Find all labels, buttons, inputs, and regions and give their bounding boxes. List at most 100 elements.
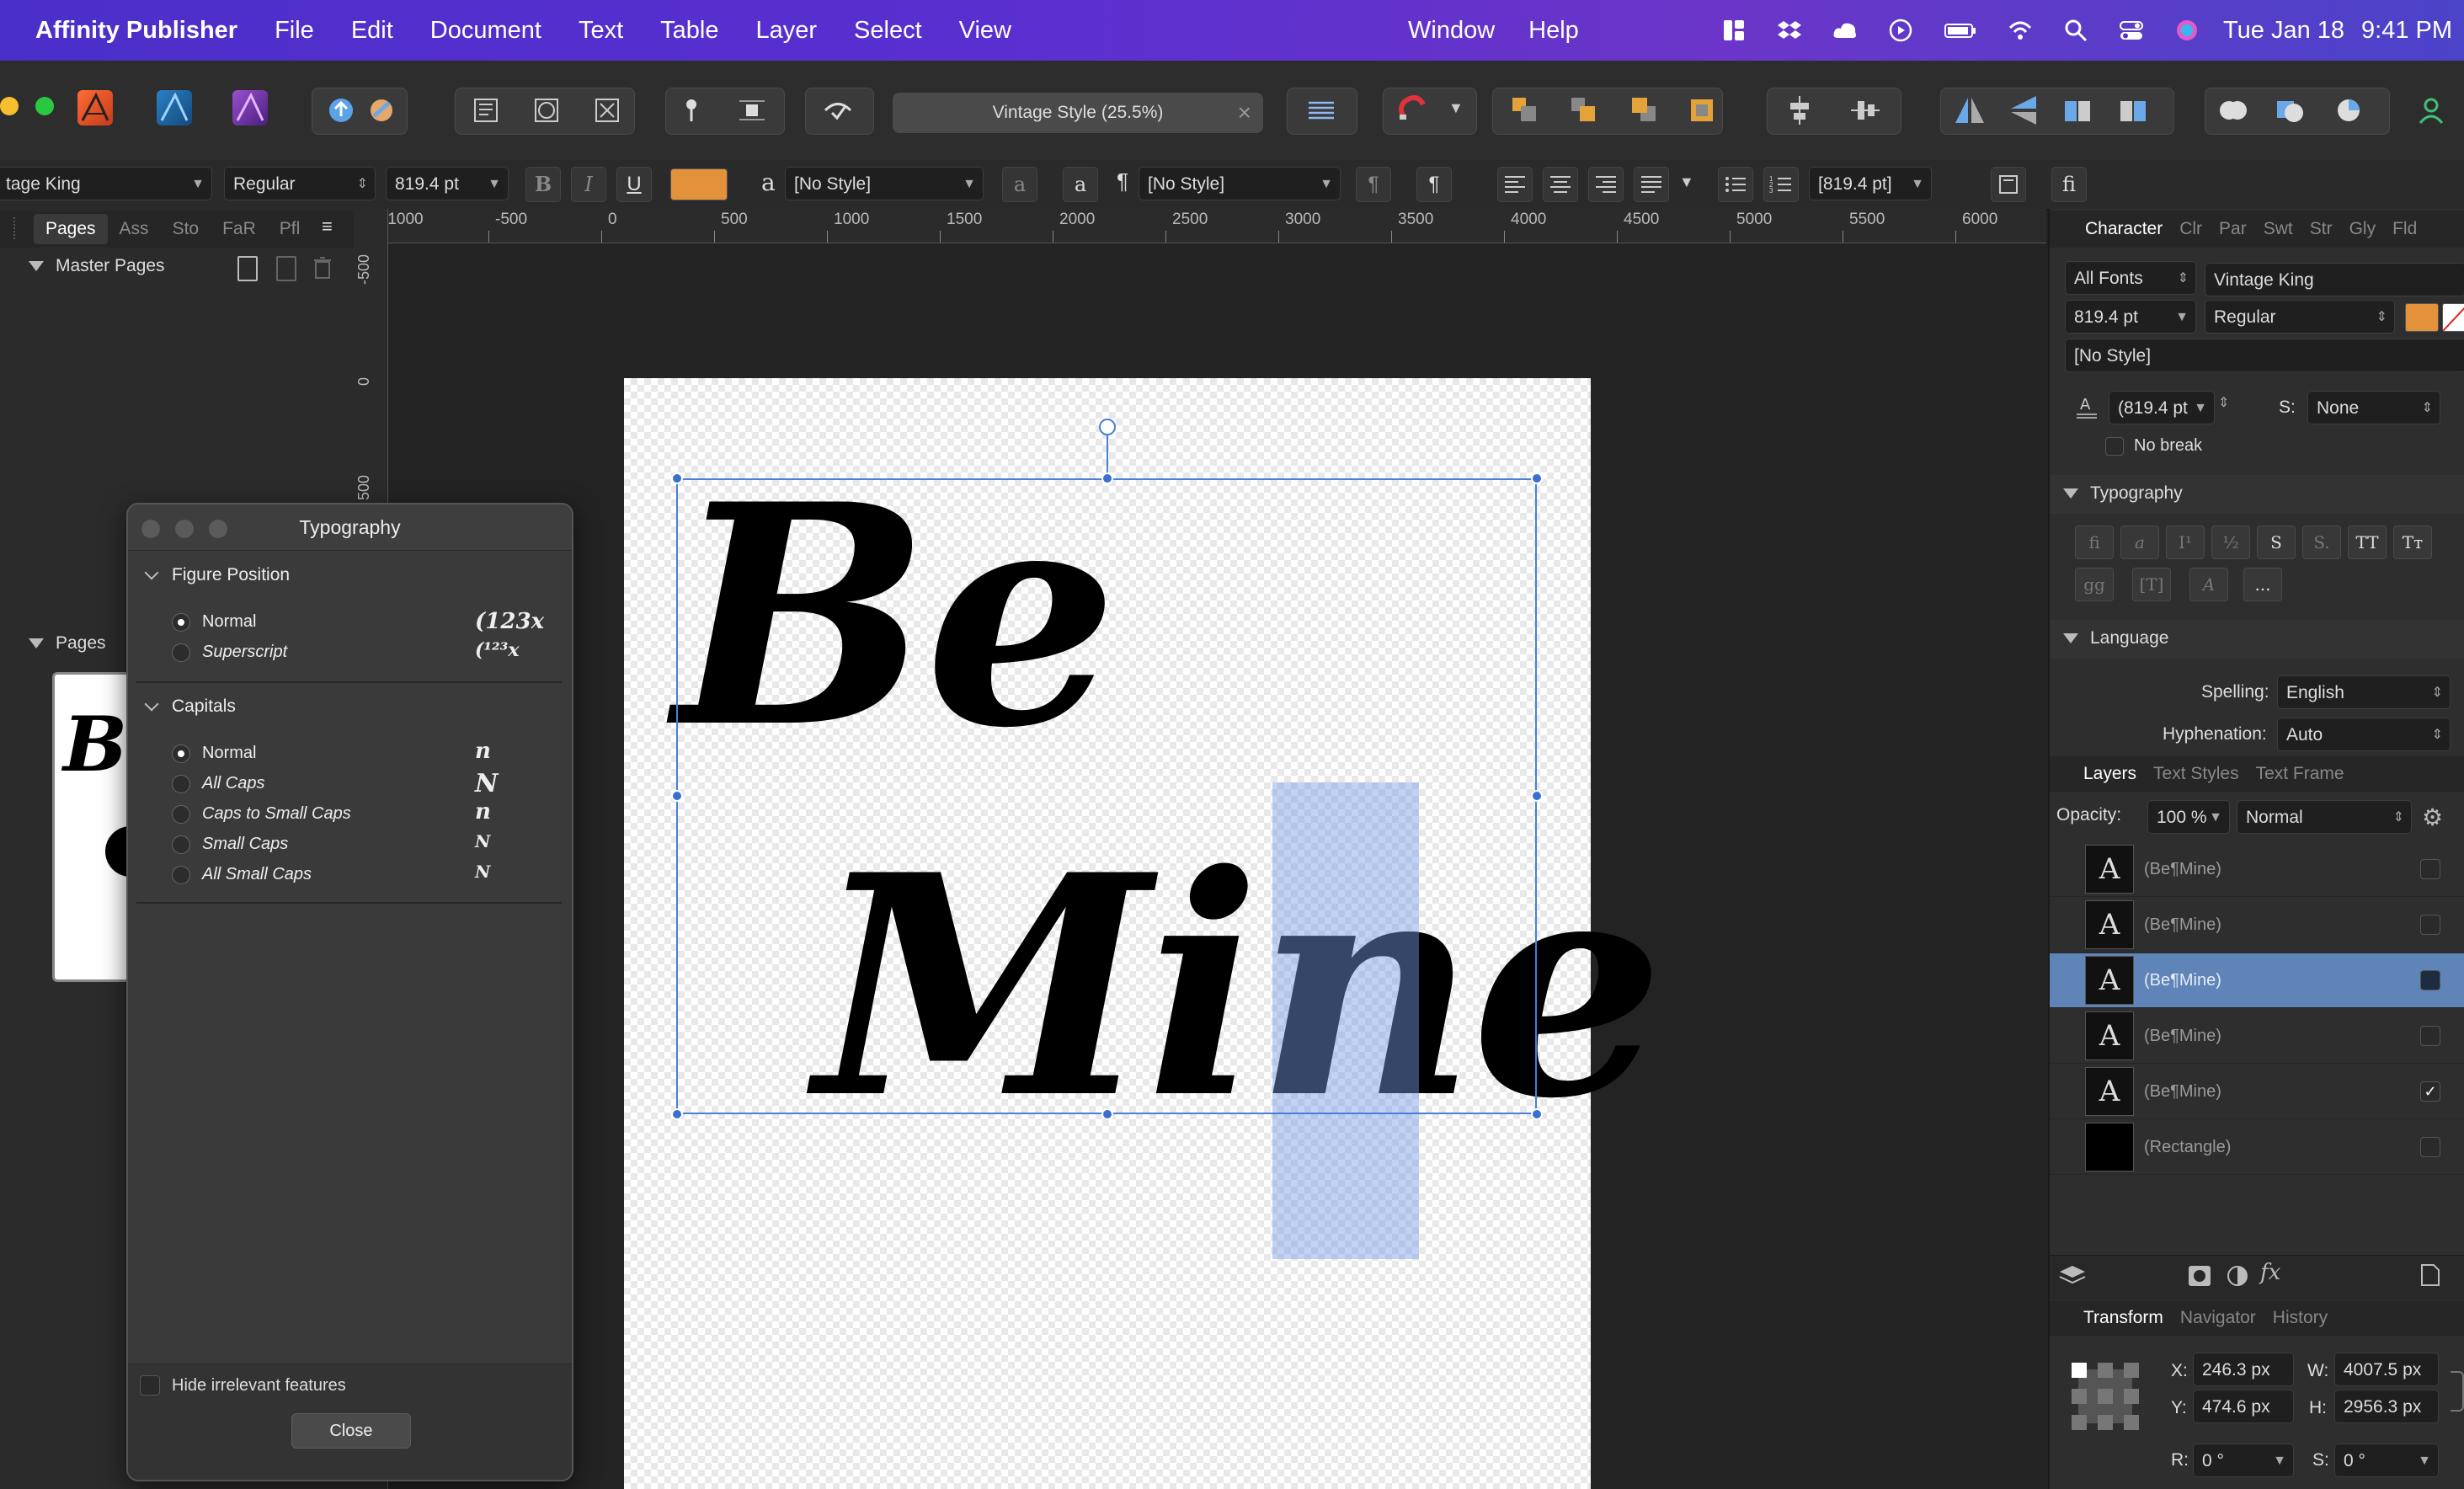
preflight-icon[interactable] [364, 93, 399, 128]
zoom-window-icon[interactable] [209, 520, 227, 538]
leading-stepper-icon[interactable]: ⇕ [2218, 394, 2229, 411]
layer-row[interactable]: A (Be¶Mine) [2050, 898, 2464, 953]
menubar-date[interactable]: Tue Jan 18 [2223, 17, 2344, 45]
move-forward-one-icon[interactable] [1627, 93, 1662, 128]
figure-position-header[interactable]: Figure Position [144, 565, 290, 585]
move-to-front-icon[interactable] [1684, 93, 1720, 128]
caps-option-all-small-caps[interactable]: All Small Caps [172, 865, 312, 884]
font-name-field[interactable]: Vintage King [2205, 263, 2464, 296]
resize-handle-bottom[interactable] [1101, 1108, 1113, 1120]
zoom-window-icon[interactable] [35, 97, 54, 115]
tab-swatches[interactable]: Swt [2255, 219, 2301, 239]
small-caps-button[interactable]: Tт [2393, 526, 2432, 559]
layer-visibility-checkbox[interactable] [2420, 1026, 2440, 1046]
y-field[interactable]: 474.6 px [2193, 1390, 2294, 1423]
tab-assets[interactable]: Ass [108, 219, 161, 239]
justify-icon[interactable] [1634, 167, 1669, 202]
play-icon[interactable] [1888, 18, 1913, 43]
share-icon[interactable] [323, 93, 359, 128]
caps-option-caps-to-small[interactable]: Caps to Small Caps [172, 804, 351, 824]
view-mode-icon[interactable] [820, 93, 856, 128]
leading-field[interactable]: (819.4 pt ▼ [2109, 391, 2215, 424]
baseline-grid-icon[interactable] [1304, 93, 1339, 128]
menu-select[interactable]: Select [835, 17, 941, 45]
alignment-dropdown-icon[interactable]: ▼ [1679, 173, 1694, 191]
snapping-dropdown-icon[interactable]: ▼ [1448, 99, 1464, 117]
clear-para-style-icon[interactable]: ¶ [1356, 167, 1391, 202]
adjustment-icon[interactable] [2227, 1265, 2248, 1287]
rotate-left-icon[interactable] [2060, 93, 2095, 128]
picture-frame-icon[interactable] [589, 93, 625, 128]
font-weight-field[interactable]: Regular ⇕ [224, 167, 376, 200]
duplicate-master-page-icon[interactable] [276, 256, 296, 281]
language-section-header[interactable]: Language [2063, 628, 2168, 648]
tab-glyphs[interactable]: Gly [2341, 219, 2385, 239]
paragraph-style-field[interactable]: [No Style] ▼ [1139, 167, 1341, 200]
rotation-field[interactable]: 0 ° ▼ [2193, 1444, 2294, 1477]
text-frame-settings-icon[interactable] [1991, 167, 2026, 202]
menu-document[interactable]: Document [412, 17, 560, 45]
menu-layer[interactable]: Layer [737, 17, 835, 45]
menu-edit[interactable]: Edit [333, 17, 412, 45]
tab-stroke[interactable]: Str [2301, 219, 2341, 239]
character-style-field[interactable]: [No Style] [2065, 339, 2464, 372]
publisher-persona-icon[interactable] [77, 90, 113, 125]
flip-vertical-icon[interactable] [2006, 93, 2041, 128]
widgets-icon[interactable] [1721, 18, 1747, 43]
opacity-field[interactable]: 100 % ▼ [2147, 800, 2230, 834]
tab-paragraph[interactable]: Par [2211, 219, 2255, 239]
menu-view[interactable]: View [941, 17, 1030, 45]
tab-character[interactable]: Character [2077, 219, 2171, 239]
hyphenation-select[interactable]: Auto ⇕ [2277, 718, 2451, 751]
battery-icon[interactable] [1944, 18, 1977, 43]
superscript-button[interactable]: S [2257, 526, 2296, 559]
align-horizontal-icon[interactable] [1848, 93, 1883, 128]
stroke-color-swatch[interactable] [2442, 303, 2464, 332]
menu-text[interactable]: Text [560, 17, 642, 45]
menu-window[interactable]: Window [1391, 17, 1512, 45]
capitals-header[interactable]: Capitals [144, 696, 236, 717]
case-forms-button[interactable]: [T] [2132, 568, 2171, 601]
dialog-titlebar[interactable]: Typography [128, 504, 572, 551]
figure-option-superscript[interactable]: Superscript [172, 643, 287, 662]
font-collection-field[interactable]: All Fonts ⇕ [2065, 261, 2196, 295]
wifi-icon[interactable] [2008, 18, 2033, 43]
pin-icon[interactable] [674, 93, 709, 128]
hide-irrelevant-checkbox[interactable]: Hide irrelevant features [140, 1375, 346, 1396]
tab-history[interactable]: History [2264, 1308, 2336, 1328]
control-center-icon[interactable] [2119, 18, 2144, 43]
ellipse-frame-icon[interactable] [529, 93, 564, 128]
menu-help[interactable]: Help [1512, 17, 1596, 45]
rotate-right-icon[interactable] [2115, 93, 2151, 128]
tab-pages[interactable]: Pages [34, 214, 108, 244]
x-field[interactable]: 246.3 px [2193, 1353, 2294, 1386]
tab-text-styles[interactable]: Text Styles [2145, 764, 2248, 784]
menu-table[interactable]: Table [642, 17, 737, 45]
layer-row[interactable]: A (Be¶Mine) [2050, 842, 2464, 897]
rotation-handle[interactable] [1099, 419, 1116, 435]
photo-persona-icon[interactable] [232, 90, 268, 125]
anchor-point-selector-icon[interactable] [2072, 1363, 2139, 1430]
underline-button[interactable]: U [616, 167, 652, 202]
text-frame-icon[interactable] [468, 93, 504, 128]
menubar-time[interactable]: 9:41 PM [2361, 17, 2452, 45]
tab-stock[interactable]: Sto [161, 219, 211, 239]
caps-option-all-caps[interactable]: All Caps [172, 774, 264, 793]
siri-icon[interactable] [2174, 18, 2200, 43]
designer-persona-icon[interactable] [157, 90, 192, 125]
character-style-field[interactable]: [No Style] ▼ [785, 167, 984, 200]
layer-row[interactable]: (Rectangle) [2050, 1120, 2464, 1175]
ordinals-button[interactable]: I¹ [2166, 526, 2205, 559]
apply-para-style-icon[interactable]: ¶ [1416, 167, 1452, 202]
ligatures-button[interactable]: fi [2075, 526, 2114, 559]
layer-visibility-checkbox[interactable] [2420, 915, 2440, 935]
subscript-button[interactable]: S. [2302, 526, 2341, 559]
layer-visibility-checkbox[interactable]: ✓ [2420, 1081, 2440, 1102]
blend-mode-select[interactable]: Normal ⇕ [2237, 800, 2412, 834]
layer-visibility-checkbox[interactable] [2420, 859, 2440, 879]
panel-menu-icon[interactable]: ≡ [322, 216, 333, 237]
italic-button[interactable]: I [571, 167, 606, 202]
swash-button[interactable]: A [2189, 568, 2228, 601]
tab-preflight[interactable]: Pfl [268, 219, 312, 239]
tab-color[interactable]: Clr [2171, 219, 2211, 239]
